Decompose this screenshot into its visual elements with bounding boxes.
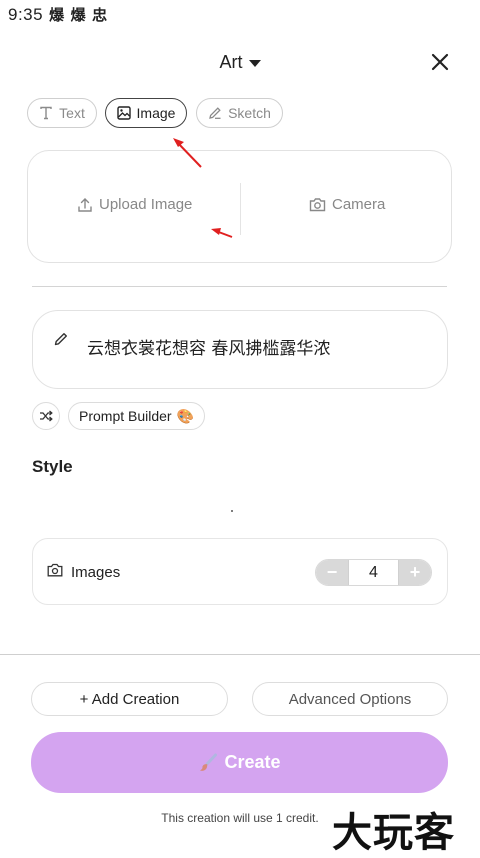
- notification-icon: 爆: [49, 7, 65, 24]
- prompt-builder-button[interactable]: Prompt Builder 🎨: [68, 402, 206, 430]
- camera-label: Camera: [332, 196, 386, 213]
- add-creation-button[interactable]: + Add Creation: [31, 682, 228, 716]
- upload-icon: [78, 197, 92, 212]
- advanced-options-button[interactable]: Advanced Options: [252, 682, 448, 716]
- upload-image-label: Upload Image: [99, 196, 193, 213]
- prompt-builder-label: Prompt Builder: [79, 408, 172, 424]
- prompt-text[interactable]: 云想衣裳花想容 春风拂槛露华浓: [87, 334, 330, 359]
- caret-down-icon: [248, 60, 261, 67]
- tab-text[interactable]: Text: [27, 98, 97, 128]
- images-label: Images: [71, 564, 121, 581]
- watermark: 大玩客: [332, 810, 455, 856]
- mode-dropdown[interactable]: Art: [0, 52, 480, 73]
- create-label: Create: [224, 752, 281, 772]
- pencil-icon: [209, 107, 221, 119]
- tab-image[interactable]: Image: [105, 98, 187, 128]
- shuffle-button[interactable]: [32, 402, 60, 430]
- upload-image-button[interactable]: Upload Image: [77, 196, 192, 213]
- divider: [240, 183, 241, 235]
- create-button[interactable]: Create: [31, 732, 448, 793]
- camera-button[interactable]: Camera: [309, 196, 385, 213]
- paintbrush-icon: [200, 753, 218, 771]
- mode-label: Art: [219, 52, 243, 72]
- increment-button[interactable]: +: [399, 560, 431, 585]
- tab-image-label: Image: [136, 105, 176, 121]
- close-button[interactable]: [426, 48, 454, 76]
- notification-icon: 忠: [92, 7, 108, 24]
- section-divider: [0, 654, 480, 655]
- tab-text-label: Text: [59, 105, 85, 121]
- style-heading: Style: [32, 457, 73, 476]
- tab-sketch-label: Sketch: [228, 105, 271, 121]
- camera-icon: [47, 563, 63, 577]
- images-count-value: 4: [348, 560, 399, 585]
- palette-icon: 🎨: [176, 407, 195, 424]
- images-stepper: − 4 +: [315, 559, 432, 586]
- tab-sketch[interactable]: Sketch: [196, 98, 283, 128]
- status-time: 9:35: [8, 4, 44, 24]
- decrement-button[interactable]: −: [316, 560, 348, 585]
- close-icon: [431, 53, 449, 71]
- shuffle-icon: [40, 410, 53, 422]
- camera-icon: [309, 198, 326, 212]
- notification-icon: 爆: [70, 7, 87, 24]
- image-icon: [116, 106, 131, 120]
- text-icon: [40, 106, 52, 120]
- pencil-icon: [54, 333, 67, 346]
- section-divider: [32, 286, 447, 287]
- loading-dot: [231, 510, 233, 512]
- status-bar: 9:35 爆 爆 忠: [8, 4, 108, 25]
